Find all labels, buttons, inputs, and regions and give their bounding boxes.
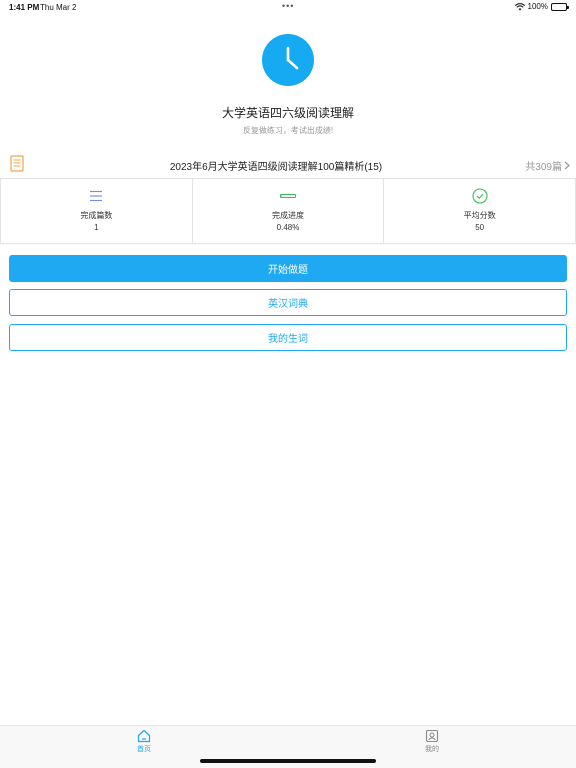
status-bar: 1:41 PM Thu Mar 2 ••• 100%	[0, 0, 576, 14]
my-words-button[interactable]: 我的生词	[9, 324, 567, 351]
battery-percent: 100%	[527, 2, 548, 11]
progress-bar-icon	[280, 194, 296, 198]
stat-label: 完成篇数	[80, 211, 113, 220]
profile-icon	[425, 729, 439, 743]
chevron-right-icon	[564, 161, 570, 170]
home-icon	[137, 729, 151, 743]
multitasking-dots-icon[interactable]: •••	[282, 1, 294, 11]
stat-value: 1	[94, 223, 99, 232]
check-circle-icon	[472, 188, 488, 204]
stat-label: 平均分数	[463, 211, 496, 220]
stat-value: 0.48%	[276, 223, 300, 232]
app-subtitle: 反复做练习，考试出成绩!	[242, 126, 334, 135]
stat-value: 50	[475, 223, 485, 232]
home-indicator	[200, 759, 376, 763]
stat-average-score: 平均分数 50	[384, 179, 576, 243]
stat-label: 完成进度	[272, 211, 304, 220]
clock-icon	[262, 34, 314, 86]
book-title: 2023年6月大学英语四级阅读理解100篇精析(15)	[169, 162, 383, 173]
battery-icon	[551, 2, 569, 11]
book-count-link[interactable]: 共309篇	[525, 158, 570, 173]
status-time: 1:41 PM	[9, 3, 40, 12]
stats-panel: 完成篇数 1 完成进度 0.48% 平均分数 50	[0, 178, 576, 244]
list-icon	[90, 190, 103, 202]
book-count: 共309篇	[525, 162, 562, 173]
start-practice-button[interactable]: 开始做题	[9, 255, 567, 282]
wifi-icon	[514, 2, 525, 10]
status-right: 100%	[514, 2, 569, 11]
status-date: Thu Mar 2	[40, 3, 77, 12]
app-title: 大学英语四六级阅读理解	[221, 106, 354, 120]
tab-label: 我的	[425, 746, 439, 753]
stat-completed-count: 完成篇数 1	[0, 179, 193, 243]
tab-mine[interactable]: 我的	[412, 729, 452, 754]
tab-label: 首页	[137, 746, 151, 753]
tab-home[interactable]: 首页	[124, 729, 164, 754]
dictionary-button[interactable]: 英汉词典	[9, 289, 567, 316]
current-book-row[interactable]: 2023年6月大学英语四级阅读理解100篇精析(15) 共309篇	[0, 153, 576, 175]
stat-progress: 完成进度 0.48%	[193, 179, 385, 243]
